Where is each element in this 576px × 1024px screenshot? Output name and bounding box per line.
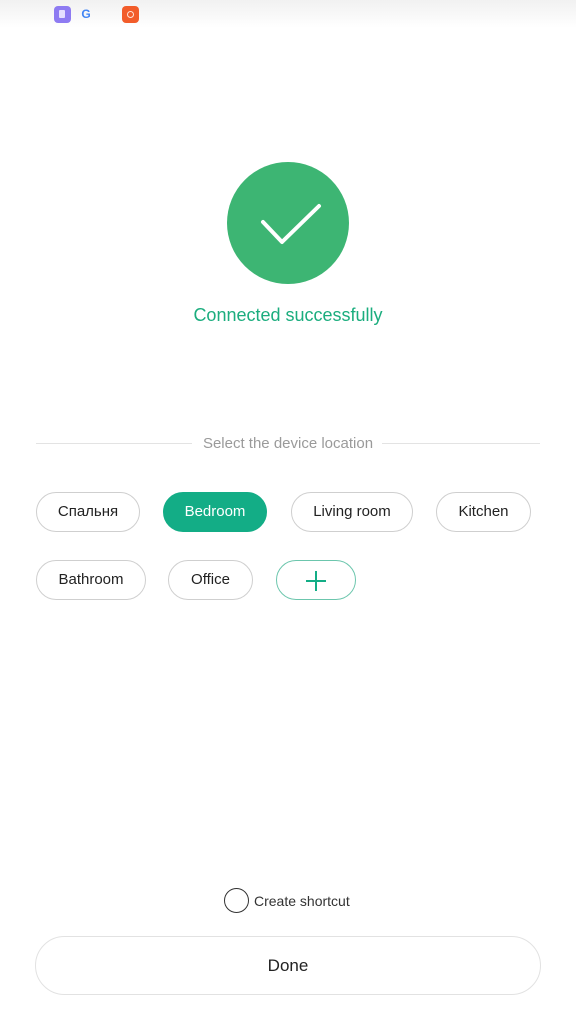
checkmark-icon [261,204,321,244]
google-icon: G [81,7,91,21]
location-chip-bathroom[interactable]: Bathroom [36,560,146,600]
plus-icon [306,571,326,591]
location-chip-kitchen[interactable]: Kitchen [436,492,531,532]
status-bar: G [0,0,576,28]
done-button[interactable]: Done [35,936,541,995]
location-chip-spalnya[interactable]: Спальня [36,492,140,532]
location-chip-bedroom[interactable]: Bedroom [163,492,267,532]
location-chip-living-room[interactable]: Living room [291,492,413,532]
success-message: Connected successfully [193,305,383,325]
add-location-button[interactable] [276,560,356,600]
app-icon [54,6,71,23]
create-shortcut-radio[interactable] [224,888,249,913]
divider-right [382,443,540,444]
mi-home-icon [122,6,139,23]
create-shortcut-label[interactable]: Create shortcut [254,893,350,909]
location-chip-office[interactable]: Office [168,560,253,600]
success-badge [227,162,349,284]
